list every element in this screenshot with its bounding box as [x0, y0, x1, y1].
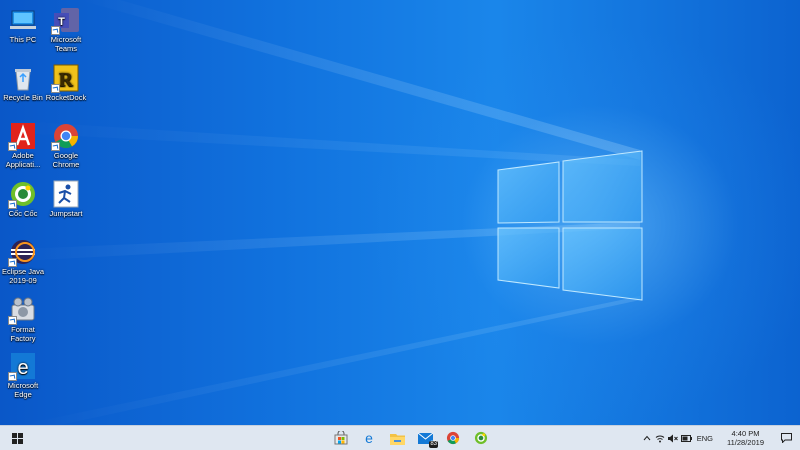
jumpstart-icon [51, 179, 81, 209]
desktop-icon-label: Adobe Applicati... [5, 151, 41, 169]
taskbar-clock[interactable]: 4:40 PM 11/28/2019 [719, 429, 772, 447]
format-factory-icon [8, 295, 38, 325]
svg-text:R: R [59, 69, 74, 91]
clock-time: 4:40 PM [731, 429, 760, 438]
recycle-bin-icon [8, 63, 38, 93]
taskbar-chrome[interactable] [439, 426, 467, 450]
icon-jumpstart[interactable]: Jumpstart [43, 179, 89, 219]
icon-this-pc[interactable]: This PC [0, 5, 46, 45]
store-icon [334, 431, 348, 445]
desktop-icon-label: RocketDock [45, 93, 87, 102]
icon-adobe-application[interactable]: Adobe Applicati... [0, 121, 46, 169]
desktop-icon-label: This PC [9, 35, 37, 44]
taskbar-store[interactable] [327, 426, 355, 450]
battery-button[interactable] [680, 426, 693, 450]
network-button[interactable] [654, 426, 667, 450]
clock-date: 11/28/2019 [727, 438, 764, 447]
taskbar-file-explorer[interactable] [383, 426, 411, 450]
show-hidden-icons-button[interactable] [641, 426, 654, 450]
chevron-up-icon [643, 435, 651, 441]
adobe-icon [8, 121, 38, 151]
coccoc-icon [8, 179, 38, 209]
rocketdock-icon: R [51, 63, 81, 93]
svg-text:e: e [365, 431, 373, 445]
chrome-icon [51, 121, 81, 151]
chrome-icon [446, 431, 460, 445]
eclipse-icon [8, 237, 38, 267]
windows-logo-icon [11, 432, 23, 444]
icon-microsoft-teams[interactable]: T Microsoft Teams [43, 5, 89, 53]
teams-icon: T [51, 5, 81, 35]
computer-icon [8, 5, 38, 35]
folder-icon [389, 433, 405, 445]
input-language-indicator[interactable]: ENG [693, 434, 719, 443]
desktop-icon-label: Google Chrome [52, 151, 80, 169]
edge-icon: e [365, 431, 373, 445]
desktop-wallpaper: This PC T Microsoft Teams Recycle Bin R … [0, 0, 800, 425]
notification-icon [780, 433, 792, 443]
desktop-icon-label: Microsoft Edge [7, 381, 39, 399]
desktop-icon-label: Jumpstart [49, 209, 83, 218]
coccoc-icon [474, 431, 488, 445]
icon-google-chrome[interactable]: Google Chrome [43, 121, 89, 169]
desktop-icon-label: Recycle Bin [3, 93, 43, 102]
volume-muted-icon [668, 434, 679, 442]
icon-recycle-bin[interactable]: Recycle Bin [0, 63, 46, 103]
taskbar-pinned-apps: e 83 [327, 426, 495, 450]
start-button[interactable] [6, 426, 28, 450]
windows-logo-wallpaper [0, 0, 643, 425]
desktop-icon-label: Microsoft Teams [50, 35, 82, 53]
svg-text:e: e [17, 357, 28, 379]
edge-icon: e [8, 351, 38, 381]
icon-eclipse-java[interactable]: Eclipse Java 2019-09 [0, 237, 46, 285]
icon-coc-coc[interactable]: Cốc Cốc [0, 179, 46, 219]
battery-icon [680, 434, 692, 442]
desktop-icon-label: Cốc Cốc [8, 209, 38, 218]
desktop-icon-label: Format Factory [10, 325, 36, 343]
action-center-button[interactable] [772, 426, 800, 450]
network-wifi-icon [655, 435, 665, 442]
icon-rocketdock[interactable]: R RocketDock [43, 63, 89, 103]
taskbar: e 83 ENG 4:40 PM 11/28/2019 [0, 425, 800, 450]
desktop-icon-label: Eclipse Java 2019-09 [1, 267, 45, 285]
volume-button[interactable] [667, 426, 680, 450]
taskbar-coccoc[interactable] [467, 426, 495, 450]
icon-format-factory[interactable]: Format Factory [0, 295, 46, 343]
system-tray: ENG 4:40 PM 11/28/2019 [641, 426, 800, 450]
icon-microsoft-edge[interactable]: e Microsoft Edge [0, 351, 46, 399]
taskbar-edge[interactable]: e [355, 426, 383, 450]
mail-unread-badge: 83 [429, 441, 438, 448]
taskbar-mail[interactable]: 83 [411, 426, 439, 450]
